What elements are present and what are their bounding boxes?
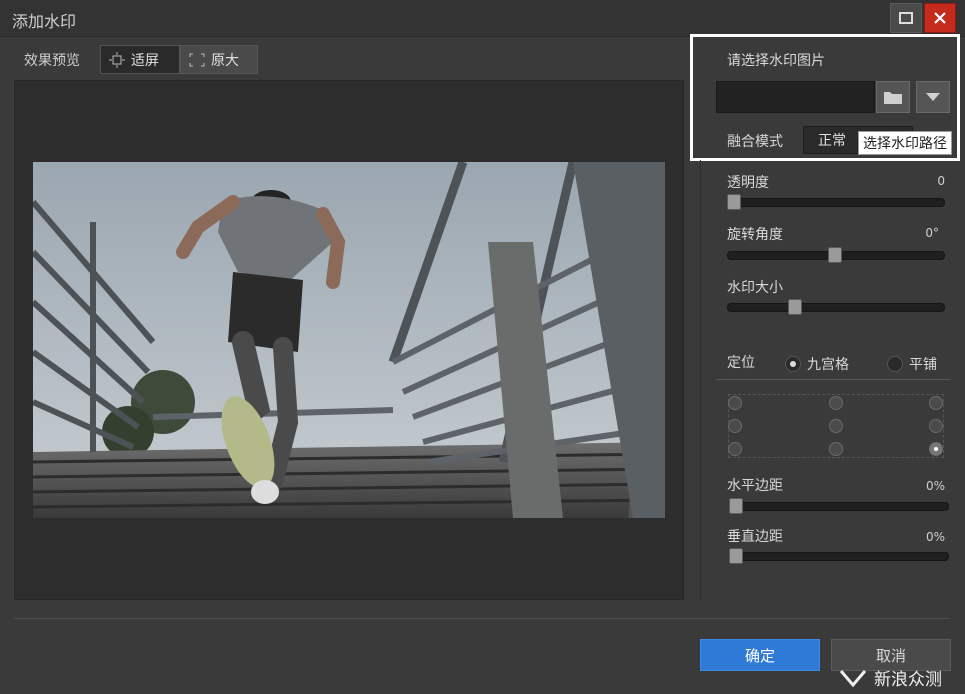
position-cell-2[interactable] [929,396,943,410]
opacity-track[interactable] [727,198,945,207]
original-size-icon [189,53,205,66]
chevron-logo-icon [839,669,867,687]
position-label: 定位 [727,355,755,371]
position-cell-6[interactable] [728,442,742,456]
v-margin-thumb[interactable] [729,548,743,564]
position-cell-0[interactable] [728,396,742,410]
title-bar [0,0,965,37]
panel-divider [700,160,701,600]
opacity-label: 透明度 [727,175,769,191]
h-margin-track[interactable] [729,502,949,511]
close-button[interactable] [924,3,956,33]
window-title: 添加水印 [12,12,77,31]
position-cell-7[interactable] [829,442,843,456]
position-cell-4[interactable] [829,419,843,433]
h-margin-thumb[interactable] [729,498,743,514]
preview-label: 效果预览 [24,53,80,69]
v-margin-label: 垂直边距 [727,529,783,545]
size-label: 水印大小 [727,280,783,296]
original-size-label: 原大 [211,52,239,69]
opacity-thumb[interactable] [727,194,741,210]
radio-grid-label: 九宫格 [807,357,849,373]
fit-screen-label: 适屏 [131,52,159,69]
rotation-thumb[interactable] [828,247,842,263]
radio-tile[interactable]: 平铺 [887,354,937,374]
position-divider [716,379,950,380]
maximize-icon [899,12,913,24]
original-size-button[interactable]: 原大 [180,45,258,74]
corner-watermark-text: 新浪众测 [874,670,942,690]
maximize-button[interactable] [890,3,922,33]
position-cell-3[interactable] [728,419,742,433]
radio-grid-indicator[interactable] [785,356,801,372]
v-margin-track[interactable] [729,552,949,561]
position-cell-8[interactable] [929,442,943,456]
radio-tile-label: 平铺 [909,357,937,373]
rotation-value: 0° [925,226,939,240]
size-thumb[interactable] [787,299,802,315]
opacity-value: 0 [937,174,945,188]
position-cell-5[interactable] [929,419,943,433]
footer-divider [14,618,950,619]
preview-image [33,162,665,518]
v-margin-value: 0% [925,530,945,544]
fit-screen-button[interactable]: 适屏 [100,45,180,74]
close-icon [934,12,946,24]
ok-button[interactable]: 确定 [700,639,820,671]
rotation-label: 旋转角度 [727,227,783,243]
highlight-frame [690,34,960,161]
h-margin-label: 水平边距 [727,478,783,494]
h-margin-value: 0% [925,479,945,493]
corner-watermark: 新浪众测 [838,665,942,690]
radio-grid[interactable]: 九宫格 [785,354,849,374]
size-track[interactable] [727,303,945,312]
radio-tile-indicator[interactable] [887,356,903,372]
fit-screen-icon [109,51,125,68]
position-cell-1[interactable] [829,396,843,410]
